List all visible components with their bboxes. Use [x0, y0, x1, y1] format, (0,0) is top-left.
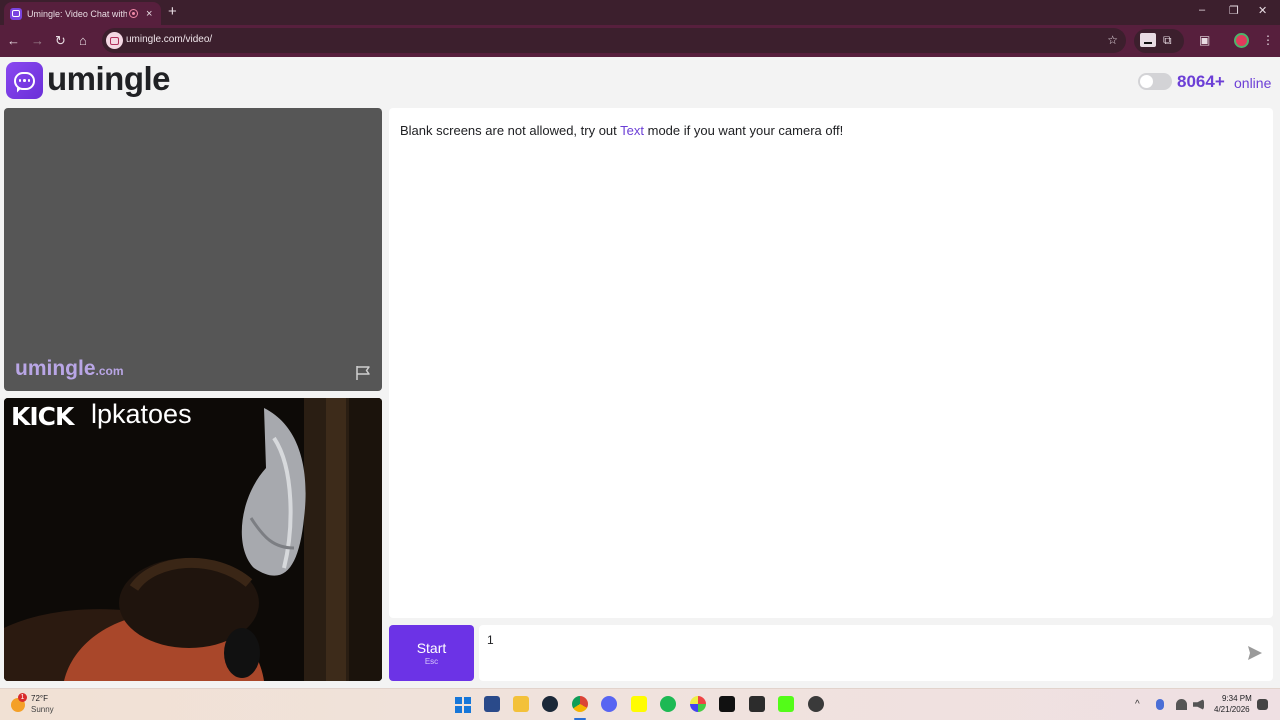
- wifi-icon[interactable]: [1176, 699, 1187, 710]
- color-app-icon[interactable]: [690, 696, 706, 712]
- browser-tab[interactable]: Umingle: Video Chat with S ×: [4, 2, 161, 25]
- umingle-favicon-icon: [10, 7, 22, 20]
- profile-avatar[interactable]: [1234, 33, 1249, 48]
- weather-condition[interactable]: Sunny: [31, 705, 54, 714]
- url-text[interactable]: umingle.com/video/: [126, 34, 212, 45]
- steam-icon[interactable]: [542, 696, 558, 712]
- back-button[interactable]: ←: [7, 33, 20, 48]
- restore-button[interactable]: ❐: [1229, 4, 1239, 17]
- spotify-icon[interactable]: [660, 696, 676, 712]
- system-message: Blank screens are not allowed, try out T…: [400, 123, 844, 138]
- reload-button[interactable]: ↻: [55, 33, 66, 49]
- extension-icon[interactable]: [1140, 33, 1156, 47]
- tray-overflow-icon[interactable]: ^: [1135, 699, 1140, 710]
- message-input-value[interactable]: 1: [487, 633, 494, 647]
- start-shortcut-hint: Esc: [424, 657, 439, 666]
- extensions-puzzle-icon[interactable]: ⧉: [1163, 33, 1172, 48]
- split-view-icon[interactable]: ▣: [1199, 33, 1210, 47]
- recording-indicator-icon: [129, 9, 138, 18]
- discord-icon[interactable]: [601, 696, 617, 712]
- start-button[interactable]: Start Esc: [389, 625, 474, 681]
- send-icon[interactable]: [1247, 645, 1263, 661]
- theme-toggle[interactable]: [1138, 73, 1172, 90]
- browser-menu-icon[interactable]: ⋮: [1262, 33, 1274, 47]
- home-button[interactable]: ⌂: [79, 33, 87, 48]
- clock-date[interactable]: 4/21/2026: [1214, 705, 1250, 714]
- forward-button[interactable]: →: [31, 33, 44, 48]
- weather-temperature[interactable]: 72°F: [31, 694, 48, 703]
- weather-badge: 1: [18, 693, 27, 702]
- browser-toolbar: ← → ↻ ⌂ umingle.com/video/ ☆ ⧉ ▣ ⋮: [0, 25, 1280, 57]
- browser-tab-strip: Umingle: Video Chat with S × + – ❐ ✕: [0, 0, 1280, 25]
- capcut-icon[interactable]: [719, 696, 735, 712]
- address-bar[interactable]: umingle.com/video/ ☆: [102, 28, 1126, 53]
- new-tab-button[interactable]: +: [168, 3, 177, 20]
- streamer-username: lpkatoes: [91, 399, 192, 429]
- clock-time[interactable]: 9:34 PM: [1222, 694, 1252, 703]
- kick-logo: KICK: [11, 402, 74, 431]
- tab-close-button[interactable]: ×: [146, 8, 152, 20]
- self-video: KICK lpkatoes: [4, 398, 382, 681]
- message-input[interactable]: 1: [479, 625, 1273, 681]
- microphone-icon[interactable]: [1156, 699, 1164, 710]
- site-logo-text[interactable]: umingle: [47, 60, 171, 98]
- umingle-logo-icon[interactable]: [6, 62, 43, 99]
- chrome-icon[interactable]: [572, 696, 588, 712]
- site-info-icon[interactable]: [106, 32, 123, 49]
- bookmark-star-icon[interactable]: ☆: [1107, 33, 1118, 47]
- kick-app-icon[interactable]: [778, 696, 794, 712]
- volume-icon[interactable]: [1193, 699, 1204, 710]
- minimize-button[interactable]: –: [1199, 4, 1205, 16]
- roblox-icon[interactable]: [749, 696, 765, 712]
- windows-taskbar: 1 72°F Sunny ^ 9:34 PM 4/21/2026: [0, 688, 1280, 720]
- stranger-video: umingle.com: [4, 108, 382, 391]
- report-flag-icon[interactable]: [355, 365, 371, 381]
- close-window-button[interactable]: ✕: [1258, 4, 1267, 17]
- chat-panel: Blank screens are not allowed, try out T…: [389, 108, 1273, 618]
- snapchat-icon[interactable]: [631, 696, 647, 712]
- file-explorer-icon[interactable]: [513, 696, 529, 712]
- online-label: online: [1234, 75, 1272, 91]
- tab-title: Umingle: Video Chat with S: [27, 8, 127, 19]
- notification-icon[interactable]: [1257, 699, 1268, 710]
- text-mode-link[interactable]: Text: [620, 123, 644, 138]
- video-watermark: umingle.com: [15, 357, 124, 380]
- online-count: 8064+: [1177, 72, 1225, 91]
- windows-start-icon[interactable]: [455, 697, 471, 713]
- obs-icon[interactable]: [808, 696, 824, 712]
- camera-feed-image: [4, 398, 382, 681]
- start-label: Start: [416, 640, 447, 656]
- task-view-icon[interactable]: [484, 696, 500, 712]
